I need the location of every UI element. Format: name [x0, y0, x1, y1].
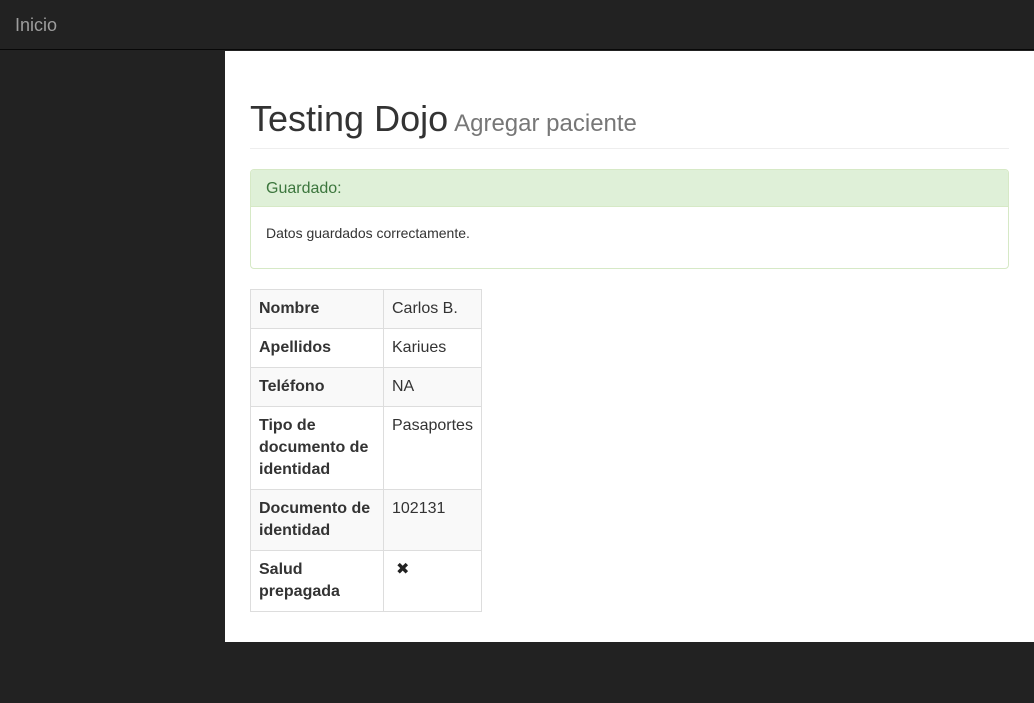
row-value-nombre: Carlos B.: [383, 289, 482, 329]
table-row: Nombre Carlos B.: [250, 289, 482, 329]
row-value-telefono: NA: [383, 367, 482, 407]
top-navbar: Inicio: [0, 0, 1034, 50]
table-row: Tipo de documento de identidad Pasaporte…: [250, 406, 482, 490]
success-panel-heading: Guardado:: [251, 170, 1008, 207]
row-value-documento: 102131: [383, 489, 482, 551]
success-panel-message: Datos guardados correctamente.: [266, 225, 470, 241]
table-row: Documento de identidad 102131: [250, 489, 482, 551]
success-panel: Guardado: Datos guardados correctamente.: [250, 169, 1009, 269]
row-label-telefono: Teléfono: [250, 367, 384, 407]
table-row: Teléfono NA: [250, 367, 482, 407]
row-label-apellidos: Apellidos: [250, 328, 384, 368]
row-value-salud-prepagada: ✖: [383, 550, 482, 612]
table-row: Apellidos Kariues: [250, 328, 482, 368]
x-icon: ✖: [396, 561, 410, 578]
page-subtitle: Agregar paciente: [454, 110, 637, 137]
row-label-salud-prepagada: Salud prepagada: [250, 550, 384, 612]
page-title: Testing Dojo Agregar paciente: [250, 97, 1009, 146]
row-label-nombre: Nombre: [250, 289, 384, 329]
row-label-documento: Documento de identidad: [250, 489, 384, 551]
table-row: Salud prepagada ✖: [250, 550, 482, 612]
page-header: Testing Dojo Agregar paciente: [250, 97, 1009, 149]
main-content: Testing Dojo Agregar paciente Guardado: D…: [225, 51, 1034, 642]
page-title-text: Testing Dojo: [250, 98, 449, 139]
home-link[interactable]: Inicio: [15, 14, 57, 36]
row-value-apellidos: Kariues: [383, 328, 482, 368]
row-value-tipo-documento: Pasaportes: [383, 406, 482, 490]
patient-details-table: Nombre Carlos B. Apellidos Kariues Teléf…: [250, 289, 482, 612]
row-label-tipo-documento: Tipo de documento de identidad: [250, 406, 384, 490]
